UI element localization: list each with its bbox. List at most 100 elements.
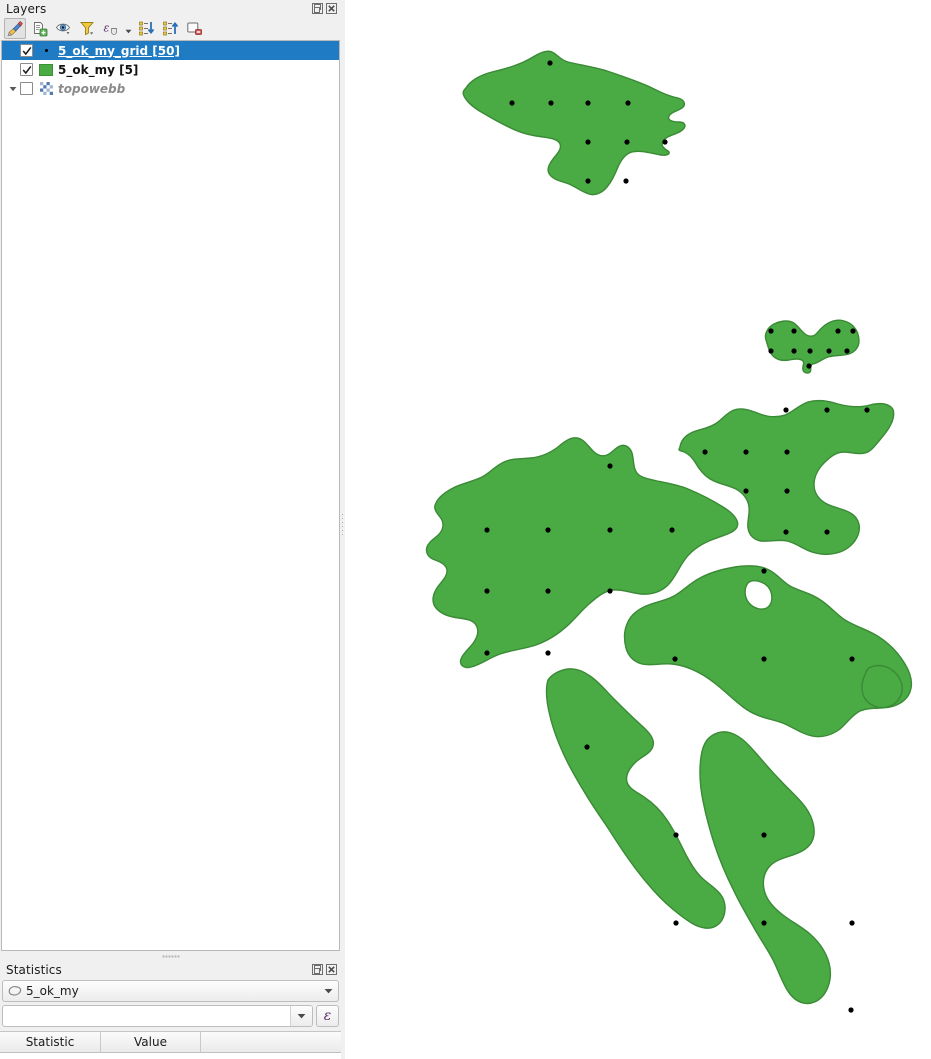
map-grid-point — [761, 920, 767, 926]
map-grid-point — [743, 488, 749, 494]
column-header-statistic[interactable]: Statistic — [0, 1032, 101, 1053]
float-panel-button[interactable] — [312, 3, 323, 14]
expression-builder-button[interactable]: ε — [316, 1005, 339, 1027]
map-grid-point — [784, 488, 790, 494]
filter-legend-button[interactable] — [76, 18, 98, 39]
chevron-down-icon[interactable] — [290, 1006, 312, 1026]
map-grid-point — [835, 328, 841, 334]
map-grid-point — [761, 832, 767, 838]
polygon-symbol-icon — [38, 63, 54, 76]
map-grid-point — [783, 529, 789, 535]
statistics-table-body[interactable] — [0, 1053, 341, 1059]
layers-panel-dock-buttons — [312, 3, 337, 14]
map-grid-point — [607, 527, 613, 533]
map-grid-point — [824, 407, 830, 413]
map-grid-point — [607, 463, 613, 469]
point-symbol-icon — [38, 49, 54, 52]
map-grid-point — [864, 407, 870, 413]
map-polygon-east-mass-with-hole — [623, 565, 913, 738]
map-grid-point — [484, 650, 490, 656]
paintbrush-icon — [7, 20, 24, 37]
statistics-panel-title-bar: Statistics — [0, 961, 341, 978]
map-grid-point — [584, 744, 590, 750]
panel-splitter-handle[interactable] — [0, 951, 341, 961]
add-group-icon — [31, 20, 48, 37]
qgis-main-window: Layers ε 5_ok_my_grid [50] 5_ok_my [5] t… — [0, 0, 931, 1059]
map-grid-point — [673, 920, 679, 926]
layers-panel-toolbar: ε — [0, 17, 341, 40]
map-grid-point — [768, 328, 774, 334]
map-grid-point — [702, 449, 708, 455]
remove-layer-button[interactable] — [183, 18, 205, 39]
map-grid-point — [547, 60, 553, 66]
map-grid-point — [784, 449, 790, 455]
layer-name: 5_ok_my_grid [50] — [58, 43, 180, 58]
layer-visibility-checkbox[interactable] — [20, 82, 33, 95]
chevron-down-icon[interactable] — [318, 988, 338, 994]
statistics-panel: Statistics 5_ok_my ε Statistic Value — [0, 961, 341, 1059]
close-panel-button[interactable] — [326, 964, 337, 975]
polygon-layer-5_ok_my — [425, 50, 913, 1005]
map-grid-point — [509, 100, 515, 106]
map-grid-point — [545, 527, 551, 533]
funnel-icon — [79, 20, 96, 37]
map-grid-point — [768, 348, 774, 354]
map-grid-point — [623, 178, 629, 184]
column-header-value[interactable]: Value — [101, 1032, 201, 1053]
layer-tree[interactable]: 5_ok_my_grid [50] 5_ok_my [5] topowebb — [1, 40, 340, 951]
layer-visibility-checkbox[interactable] — [20, 44, 33, 57]
statistics-panel-dock-buttons — [312, 964, 337, 975]
add-group-button[interactable] — [28, 18, 50, 39]
chevron-down-icon[interactable] — [6, 86, 20, 92]
map-render — [425, 50, 913, 1013]
statistics-field-row: ε — [2, 1005, 339, 1027]
epsilon-icon: ε — [103, 20, 120, 37]
filter-legend-by-expression-button[interactable]: ε — [100, 18, 122, 39]
layer-tree-item-5_ok_my[interactable]: 5_ok_my [5] — [2, 60, 339, 79]
map-grid-point — [807, 348, 813, 354]
expand-all-button[interactable] — [135, 18, 157, 39]
collapse-all-icon — [162, 20, 179, 37]
layers-panel-title-bar: Layers — [0, 0, 341, 17]
left-dock-area: Layers ε 5_ok_my_grid [50] 5_ok_my [5] t… — [0, 0, 341, 1059]
statistics-field-select[interactable] — [2, 1005, 313, 1027]
layer-tree-item-5_ok_my_grid[interactable]: 5_ok_my_grid [50] — [2, 41, 339, 60]
remove-layer-icon — [186, 20, 203, 37]
map-grid-point — [484, 527, 490, 533]
svg-text:ε: ε — [103, 22, 109, 35]
splitter-grip — [162, 955, 179, 957]
open-layer-styling-panel-button[interactable] — [4, 18, 26, 39]
raster-symbol-icon — [38, 82, 54, 95]
float-panel-button[interactable] — [312, 964, 323, 975]
statistics-table: Statistic Value — [0, 1031, 341, 1059]
map-polygon-south-east-tail — [699, 731, 832, 1005]
close-panel-button[interactable] — [326, 3, 337, 14]
map-grid-point — [826, 348, 832, 354]
map-grid-point — [585, 139, 591, 145]
statistics-field-input[interactable] — [3, 1007, 290, 1025]
map-grid-point — [848, 1007, 854, 1013]
map-grid-point — [849, 656, 855, 662]
map-grid-point — [783, 407, 789, 413]
map-polygon-south-west-strip — [545, 668, 726, 929]
statistics-layer-select[interactable]: 5_ok_my — [2, 980, 339, 1002]
collapse-all-button[interactable] — [159, 18, 181, 39]
layer-visibility-checkbox[interactable] — [20, 63, 33, 76]
map-polygon-north-island — [462, 50, 686, 196]
map-polygon-small-north-east-island — [764, 319, 860, 374]
eye-icon — [55, 20, 72, 37]
map-grid-point — [672, 656, 678, 662]
map-grid-point — [625, 100, 631, 106]
polygon-layer-icon — [8, 985, 22, 997]
map-grid-point — [548, 100, 554, 106]
map-canvas[interactable] — [345, 0, 931, 1059]
layer-tree-item-topowebb[interactable]: topowebb — [2, 79, 339, 98]
layers-panel-title: Layers — [6, 1, 47, 16]
splitter-grip — [342, 514, 343, 535]
manage-map-themes-button[interactable] — [52, 18, 74, 39]
expand-all-icon — [138, 20, 155, 37]
filter-legend-dropdown-arrow[interactable] — [124, 18, 133, 39]
map-grid-point — [761, 656, 767, 662]
map-grid-point — [585, 178, 591, 184]
map-grid-point — [585, 100, 591, 106]
